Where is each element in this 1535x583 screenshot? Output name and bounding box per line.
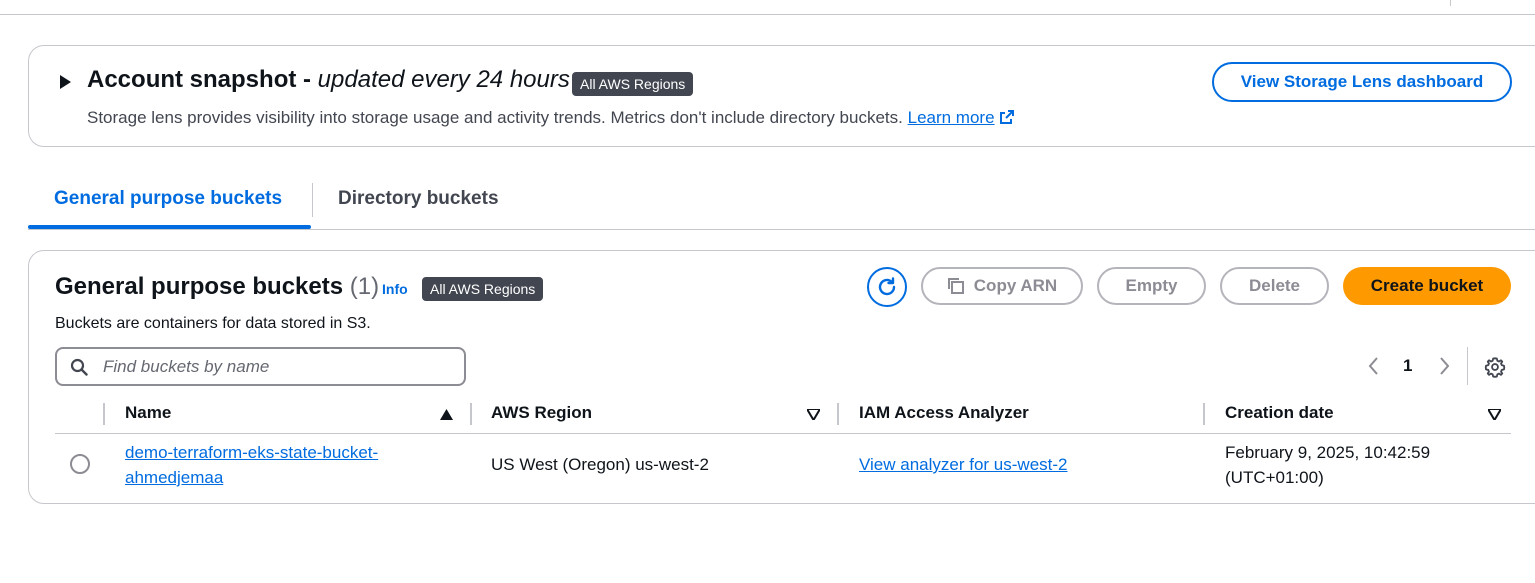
buckets-description: Buckets are containers for data stored i… [55, 315, 371, 332]
refresh-icon [878, 277, 896, 296]
sort-descending-icon[interactable] [1488, 409, 1501, 420]
search-box [55, 347, 466, 386]
buckets-panel: General purpose buckets (1) Info All AWS… [28, 250, 1535, 504]
sort-descending-icon[interactable] [807, 409, 820, 420]
buckets-regions-badge: All AWS Regions [422, 277, 544, 301]
external-link-icon [999, 110, 1014, 124]
column-separator [470, 403, 472, 425]
next-page-icon[interactable] [1435, 355, 1453, 377]
iam-cell: View analyzer for us-west-2 [859, 452, 1068, 477]
expand-caret-icon[interactable] [60, 75, 71, 89]
snapshot-description: Storage lens provides visibility into st… [87, 108, 1015, 128]
row-select-radio[interactable] [70, 454, 90, 474]
empty-button[interactable]: Empty [1097, 267, 1206, 305]
top-divider-tick [1450, 0, 1451, 6]
delete-button[interactable]: Delete [1220, 267, 1329, 305]
column-header-creation-date[interactable]: Creation date [1225, 403, 1334, 423]
buckets-title-text: General purpose buckets [55, 273, 344, 300]
tab-general-purpose-buckets[interactable]: General purpose buckets [54, 188, 282, 210]
account-snapshot-panel: Account snapshot - updated every 24 hour… [28, 45, 1535, 147]
column-header-iam-access-analyzer: IAM Access Analyzer [859, 403, 1029, 422]
previous-page-icon[interactable] [1365, 355, 1383, 377]
snapshot-description-text: Storage lens provides visibility into st… [87, 108, 903, 127]
snapshot-title: Account snapshot - updated every 24 hour… [87, 66, 570, 94]
snapshot-subtitle: updated every 24 hours [317, 66, 570, 93]
regions-badge: All AWS Regions [572, 72, 694, 96]
sort-ascending-icon[interactable] [440, 409, 453, 420]
create-bucket-button[interactable]: Create bucket [1343, 267, 1511, 305]
search-icon [70, 358, 88, 376]
column-separator [1203, 403, 1205, 425]
tab-directory-buckets[interactable]: Directory buckets [338, 188, 499, 210]
view-analyzer-link[interactable]: View analyzer for us-west-2 [859, 455, 1068, 474]
bucket-name-link[interactable]: demo-terraform-eks-state-bucket-ahmedjem… [125, 443, 378, 487]
learn-more-link[interactable]: Learn more [908, 108, 1015, 127]
buckets-title: General purpose buckets (1) [55, 273, 379, 301]
info-link[interactable]: Info [382, 281, 408, 297]
tabs-divider [28, 229, 1535, 230]
snapshot-title-text: Account snapshot - [87, 66, 318, 93]
search-input[interactable] [101, 349, 461, 384]
column-separator [837, 403, 839, 425]
copy-arn-label: Copy ARN [973, 276, 1058, 295]
column-separator [103, 403, 105, 425]
column-header-region[interactable]: AWS Region [491, 403, 592, 423]
learn-more-label: Learn more [907, 108, 995, 127]
bucket-region: US West (Oregon) us-west-2 [491, 455, 709, 474]
view-storage-lens-button[interactable]: View Storage Lens dashboard [1212, 62, 1512, 102]
refresh-button[interactable] [867, 267, 907, 307]
current-page-number[interactable]: 1 [1403, 356, 1412, 376]
bucket-creation-date: February 9, 2025, 10:42:59 (UTC+01:00) [1225, 443, 1431, 487]
buckets-count: (1) [349, 273, 380, 300]
column-header-name[interactable]: Name [125, 403, 171, 423]
gear-icon[interactable] [1484, 356, 1506, 378]
top-divider [0, 14, 1535, 15]
table-header-divider [55, 433, 1511, 434]
pager-separator [1467, 347, 1468, 385]
tab-separator [312, 183, 313, 217]
copy-icon [947, 278, 964, 294]
table-row: demo-terraform-eks-state-bucket-ahmedjem… [125, 440, 425, 490]
copy-arn-button[interactable]: Copy ARN [921, 267, 1083, 305]
